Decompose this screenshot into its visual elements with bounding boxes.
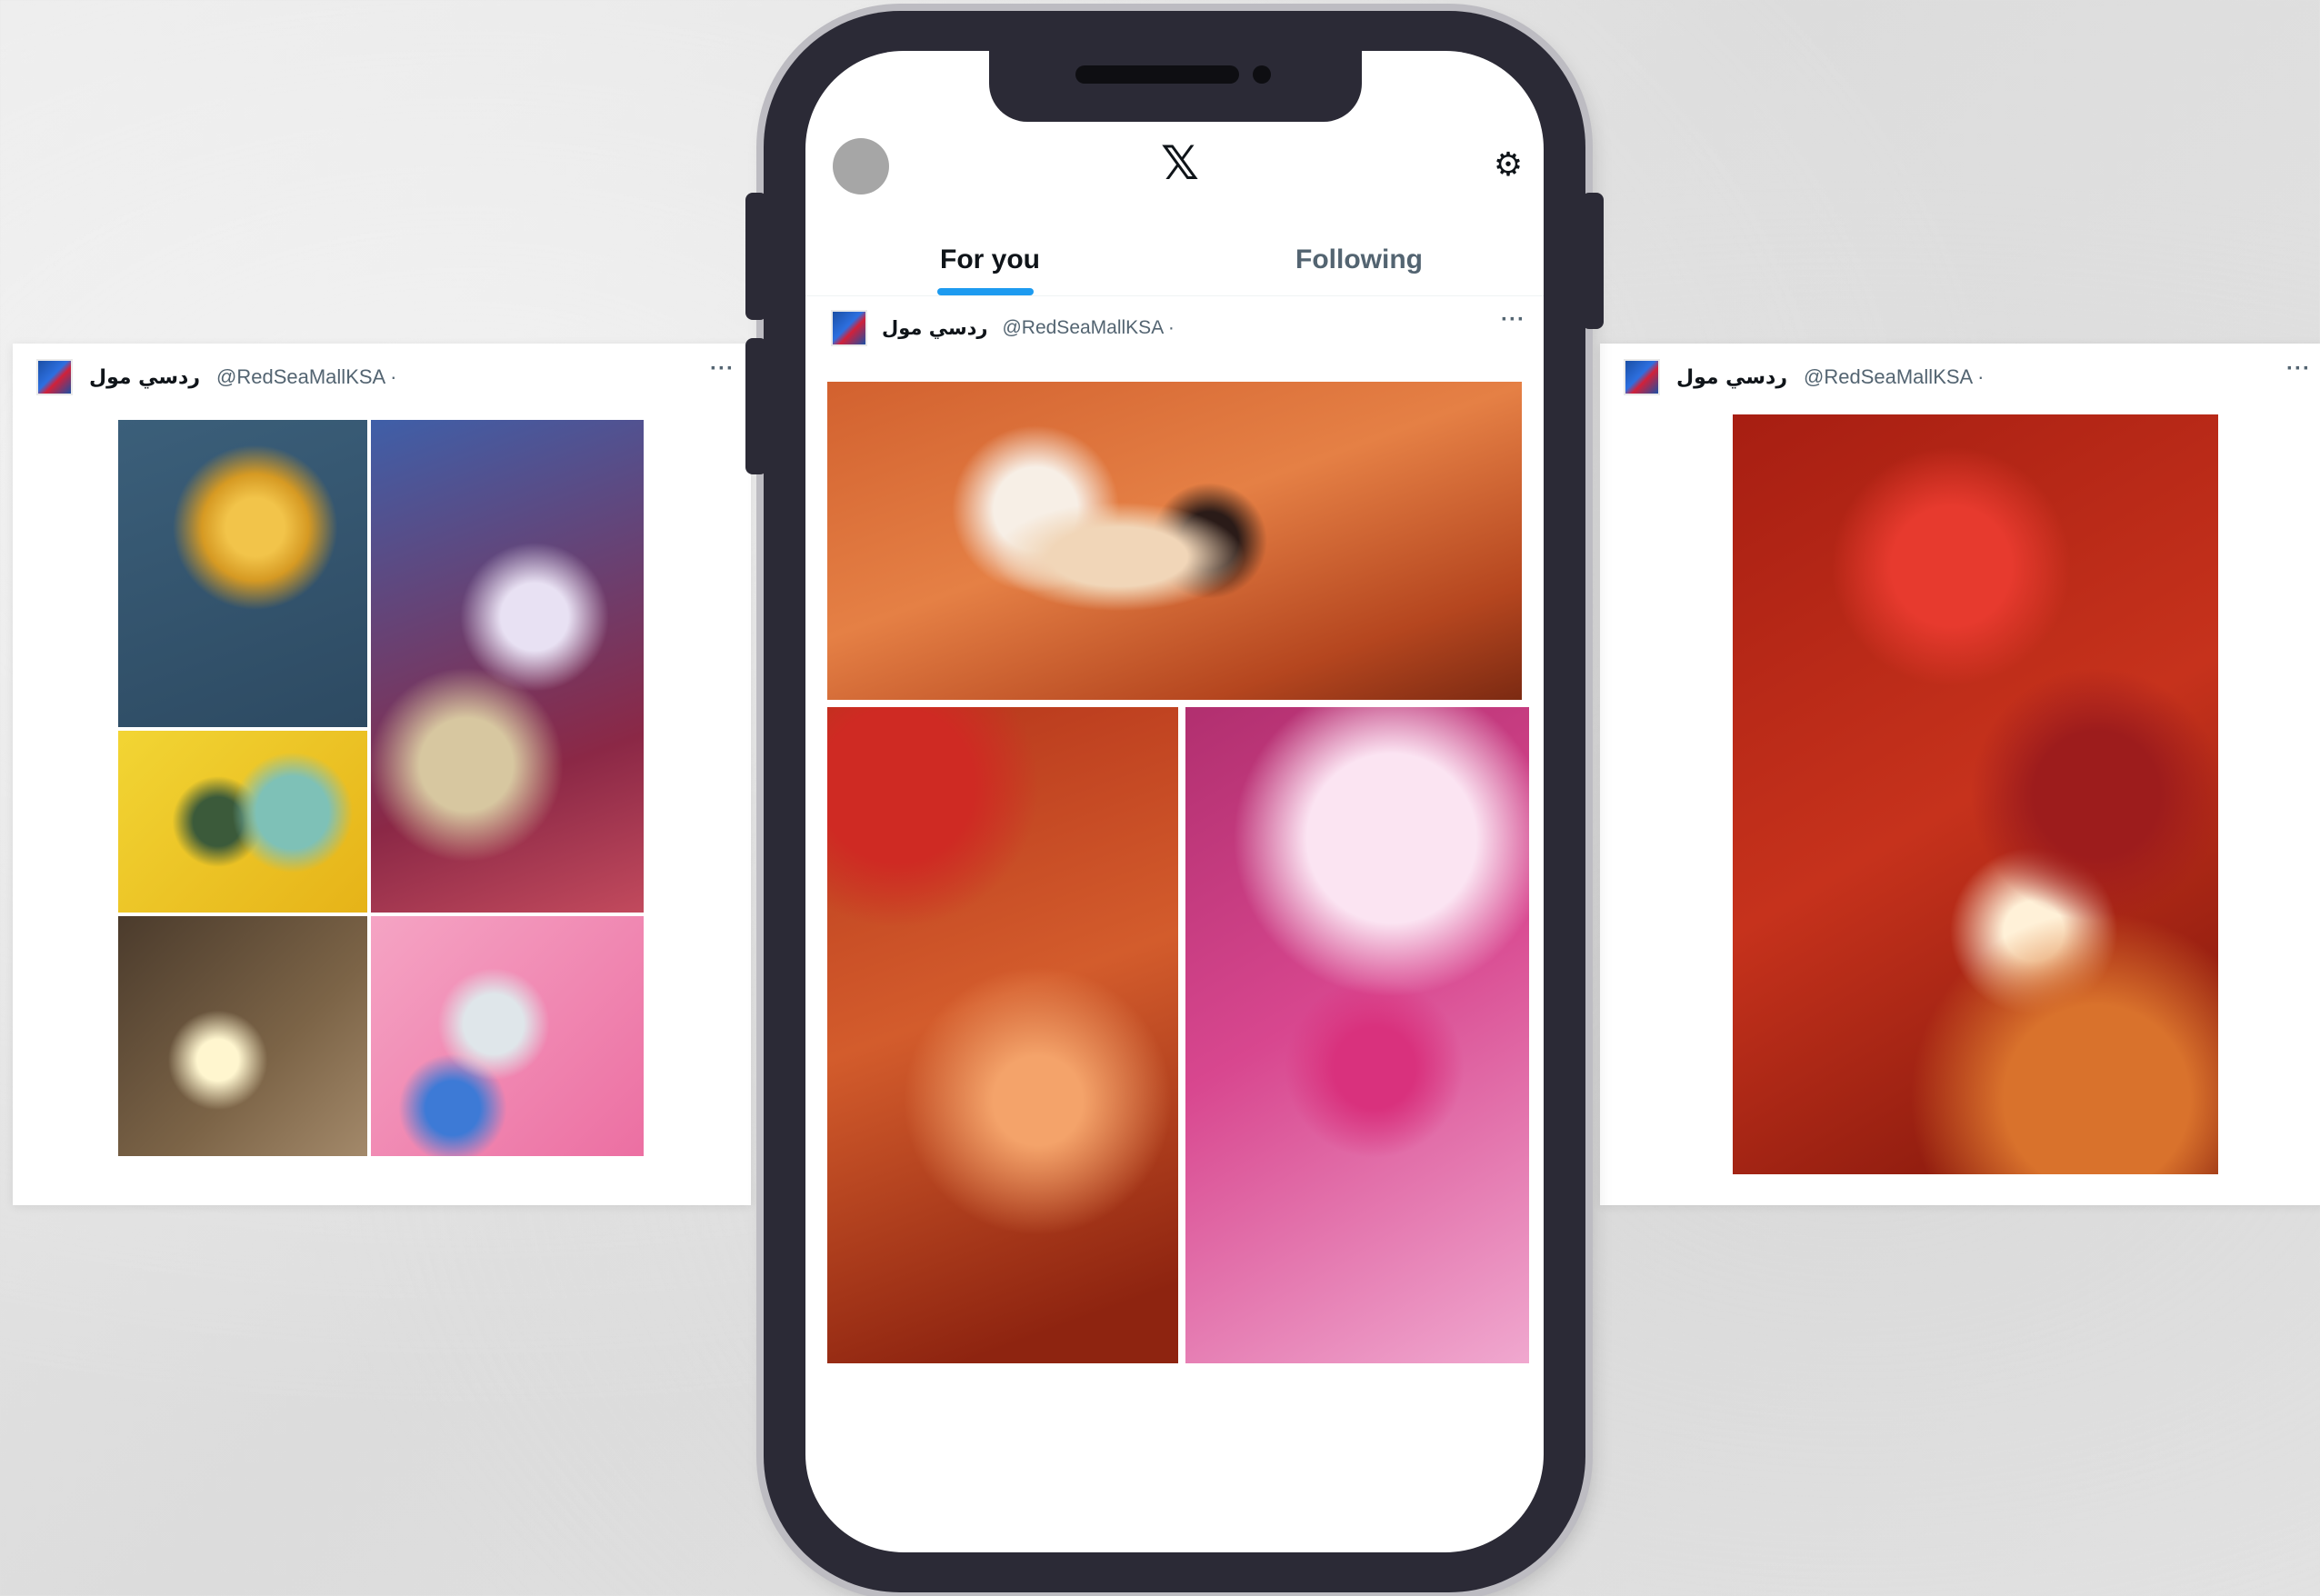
tweet-image-couple-dining[interactable]	[827, 382, 1522, 700]
tweet-image-boy-dinosaur[interactable]	[118, 731, 367, 913]
x-logo-icon[interactable]: 𝕏	[1158, 136, 1202, 191]
author-name[interactable]: ردسي مول	[1676, 366, 1787, 389]
tweet-image-winged-heel[interactable]	[1185, 707, 1529, 1363]
tweet-image-boy-book[interactable]	[118, 916, 367, 1156]
author-name[interactable]: ردسي مول	[89, 366, 200, 389]
more-options-icon[interactable]: ···	[2286, 356, 2311, 382]
phone-volume-up-button	[745, 193, 767, 320]
tweet-image-red-staircase-dining[interactable]	[1733, 414, 2218, 1174]
tab-for-you[interactable]: For you	[805, 224, 1175, 295]
tab-following[interactable]: Following	[1175, 224, 1544, 295]
tweet-media-grid	[827, 382, 1529, 1363]
tweet-image-girl-fantasy[interactable]	[371, 420, 644, 913]
author-name[interactable]: ردسي مول	[882, 317, 987, 339]
phone-speaker	[1075, 65, 1239, 84]
tweet-header: ردسي مول @RedSeaMallKSA ·	[1624, 354, 1984, 400]
tab-for-you-label: For you	[940, 244, 1040, 274]
avatar[interactable]	[1624, 359, 1660, 395]
tweet-image-gold-ice-cream[interactable]	[118, 420, 367, 727]
phone-screen: 𝕏 ⚙ For you Following ردسي مول @RedSeaMa…	[805, 51, 1544, 1552]
phone-power-button	[1582, 193, 1604, 329]
phone-camera	[1253, 65, 1271, 84]
phone-volume-down-button	[745, 338, 767, 474]
phone-notch	[989, 51, 1362, 122]
right-tweet-card[interactable]: ردسي مول @RedSeaMallKSA · ···	[1600, 344, 2320, 1205]
more-options-icon[interactable]: ···	[710, 356, 735, 382]
settings-gear-icon[interactable]: ⚙	[1490, 147, 1526, 184]
tweet-image-woman-shopping[interactable]	[371, 916, 644, 1156]
author-handle[interactable]: @RedSeaMallKSA ·	[1002, 317, 1174, 339]
avatar[interactable]	[36, 359, 73, 395]
tweet-header: ردسي مول @RedSeaMallKSA ·	[831, 307, 1175, 349]
left-tweet-card[interactable]: ردسي مول @RedSeaMallKSA · ···	[13, 344, 751, 1205]
author-handle[interactable]: @RedSeaMallKSA ·	[1804, 365, 1984, 389]
timeline-tabs: For you Following	[805, 224, 1544, 296]
timeline-tweet[interactable]: ردسي مول @RedSeaMallKSA · ···	[805, 298, 1544, 1389]
tab-following-label: Following	[1295, 244, 1423, 274]
profile-avatar[interactable]	[833, 138, 889, 195]
active-tab-indicator	[937, 288, 1034, 295]
tweet-header: ردسي مول @RedSeaMallKSA ·	[36, 354, 396, 400]
app-header: 𝕏 ⚙	[805, 136, 1544, 209]
more-options-icon[interactable]: ···	[1501, 307, 1525, 333]
avatar[interactable]	[831, 310, 867, 346]
tweet-image-pomegranate-hall[interactable]	[827, 707, 1178, 1363]
author-handle[interactable]: @RedSeaMallKSA ·	[216, 365, 396, 389]
phone-mockup: 𝕏 ⚙ For you Following ردسي مول @RedSeaMa…	[745, 11, 1604, 1592]
